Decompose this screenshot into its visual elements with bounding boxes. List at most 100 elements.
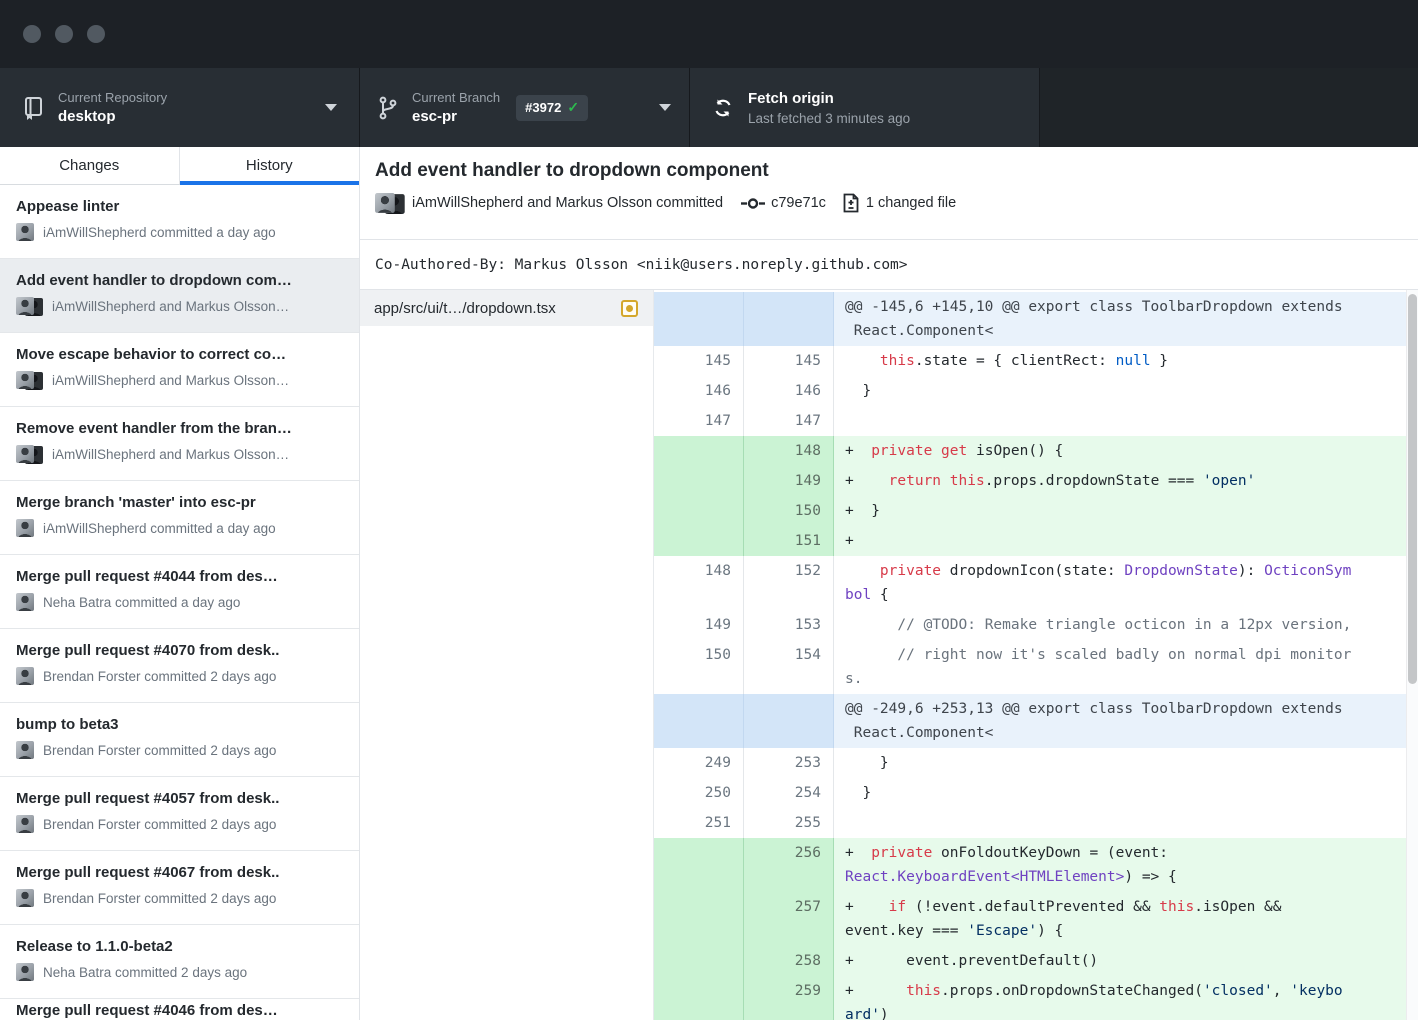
diff-code-line bbox=[834, 808, 1406, 838]
diff-scrollbar bbox=[1406, 290, 1418, 1020]
commit-list-title: Move escape behavior to correct co… bbox=[16, 345, 345, 364]
commit-list-item[interactable]: Add event handler to dropdown com…iAmWil… bbox=[0, 259, 359, 333]
diff-gutter-old-line-number: 146 bbox=[654, 376, 744, 406]
check-icon: ✓ bbox=[567, 99, 579, 116]
repository-label: Current Repository bbox=[58, 90, 167, 105]
avatar bbox=[16, 963, 34, 981]
diff-gutter-old-line-number: 249 bbox=[654, 748, 744, 778]
commit-list-item[interactable]: Move escape behavior to correct co…iAmWi… bbox=[0, 333, 359, 407]
tab-history[interactable]: History bbox=[180, 147, 360, 184]
commit-list-item[interactable]: Merge pull request #4067 from desk..Bren… bbox=[0, 851, 359, 925]
commit-list-byline-text: iAmWillShepherd committed a day ago bbox=[43, 521, 276, 536]
commit-list-byline: Brendan Forster committed 2 days ago bbox=[16, 667, 345, 685]
commit-detail-pane: Add event handler to dropdown component … bbox=[360, 147, 1418, 1020]
commit-list-title: Remove event handler from the bran… bbox=[16, 419, 345, 438]
diff-gutter-old-line-number bbox=[654, 466, 744, 496]
sidebar: Changes History Appease linteriAmWillShe… bbox=[0, 147, 360, 1020]
changed-files-count: 1 changed file bbox=[866, 195, 956, 211]
chevron-down-icon bbox=[659, 104, 671, 111]
repo-icon bbox=[22, 95, 45, 121]
diff-row: 149+ return this.props.dropdownState ===… bbox=[654, 466, 1406, 496]
commit-list-title: Merge pull request #4044 from des… bbox=[16, 567, 345, 586]
commit-list-byline-text: iAmWillShepherd committed a day ago bbox=[43, 225, 276, 240]
diff-gutter-old-line-number bbox=[654, 694, 744, 748]
branch-name: esc-pr bbox=[412, 107, 500, 126]
diff-scrollbar-thumb[interactable] bbox=[1408, 294, 1417, 684]
diff-gutter-new-line-number: 152 bbox=[744, 556, 834, 610]
committer-avatars bbox=[375, 193, 405, 214]
commit-list-item[interactable]: Appease linteriAmWillShepherd committed … bbox=[0, 185, 359, 259]
avatar bbox=[375, 193, 395, 213]
window-close-button[interactable] bbox=[23, 25, 41, 43]
commit-list-byline: Neha Batra committed 2 days ago bbox=[16, 963, 345, 981]
diff-code-line: } bbox=[834, 778, 1406, 808]
commit-list-byline-text: iAmWillShepherd and Markus Olsson… bbox=[52, 299, 289, 314]
current-repository-button[interactable]: Current Repository desktop bbox=[0, 68, 360, 147]
diff-gutter-new-line-number bbox=[744, 694, 834, 748]
commit-list-title: Merge pull request #4070 from desk.. bbox=[16, 641, 345, 660]
avatar bbox=[16, 371, 34, 389]
commit-list-byline: iAmWillShepherd and Markus Olsson… bbox=[16, 297, 345, 316]
commit-list-byline-text: iAmWillShepherd and Markus Olsson… bbox=[52, 447, 289, 462]
pull-request-badge: #3972 ✓ bbox=[516, 95, 588, 121]
commit-list-item[interactable]: bump to beta3Brendan Forster committed 2… bbox=[0, 703, 359, 777]
diff-gutter-old-line-number bbox=[654, 292, 744, 346]
diff-row: 249253 } bbox=[654, 748, 1406, 778]
avatar bbox=[16, 223, 34, 241]
commit-list-byline: iAmWillShepherd committed a day ago bbox=[16, 519, 345, 537]
commit-list-byline-text: Neha Batra committed a day ago bbox=[43, 595, 240, 610]
commit-list-item[interactable]: Merge pull request #4070 from desk.. Bren… bbox=[0, 629, 359, 703]
commit-list-item[interactable]: Merge pull request #4057 from desk..Bren… bbox=[0, 777, 359, 851]
diff-code-line: + return this.props.dropdownState === 'o… bbox=[834, 466, 1406, 496]
toolbar-empty-area bbox=[1040, 68, 1418, 147]
window-minimize-button[interactable] bbox=[55, 25, 73, 43]
sync-icon bbox=[711, 95, 735, 121]
commit-list-byline: iAmWillShepherd and Markus Olsson… bbox=[16, 445, 345, 464]
diff-gutter-new-line-number: 258 bbox=[744, 946, 834, 976]
commit-byline: iAmWillShepherd and Markus Olsson commit… bbox=[412, 195, 723, 211]
commit-list-byline: iAmWillShepherd committed a day ago bbox=[16, 223, 345, 241]
file-list-item[interactable]: app/src/ui/t…/dropdown.tsx bbox=[360, 290, 653, 326]
avatar bbox=[16, 519, 34, 537]
diff-row: @@ -145,6 +145,10 @@ export class Toolba… bbox=[654, 292, 1406, 346]
window-zoom-button[interactable] bbox=[87, 25, 105, 43]
git-commit-icon bbox=[741, 196, 765, 211]
diff-gutter-new-line-number: 150 bbox=[744, 496, 834, 526]
diff-gutter-new-line-number: 154 bbox=[744, 640, 834, 694]
diff-code-line: + private onFoldoutKeyDown = (event: Rea… bbox=[834, 838, 1406, 892]
changed-files-pane: app/src/ui/t…/dropdown.tsx bbox=[360, 290, 653, 1020]
tab-changes[interactable]: Changes bbox=[0, 147, 180, 184]
commit-list-item[interactable]: Merge pull request #4044 from des… Neha B… bbox=[0, 555, 359, 629]
commit-list-item[interactable]: Merge pull request #4046 from des… bbox=[0, 999, 359, 1020]
diff-row: 150154 // right now it's scaled badly on… bbox=[654, 640, 1406, 694]
diff-gutter-old-line-number bbox=[654, 496, 744, 526]
commit-header: Add event handler to dropdown component … bbox=[360, 147, 1418, 240]
diff-code-line: } bbox=[834, 748, 1406, 778]
commit-list-item[interactable]: Remove event handler from the bran… iAmWi… bbox=[0, 407, 359, 481]
diff-gutter-new-line-number: 145 bbox=[744, 346, 834, 376]
diff-row: 250254 } bbox=[654, 778, 1406, 808]
avatar bbox=[16, 297, 34, 315]
avatar bbox=[16, 741, 34, 759]
diff-row: 146146 } bbox=[654, 376, 1406, 406]
branch-label: Current Branch bbox=[412, 90, 500, 105]
diff-row: 148+ private get isOpen() { bbox=[654, 436, 1406, 466]
diff-gutter-old-line-number bbox=[654, 976, 744, 1020]
commit-list-byline: Neha Batra committed a day ago bbox=[16, 593, 345, 611]
diff-gutter-old-line-number: 250 bbox=[654, 778, 744, 808]
diff-gutter-old-line-number: 150 bbox=[654, 640, 744, 694]
commit-list-item[interactable]: Release to 1.1.0-beta2Neha Batra committ… bbox=[0, 925, 359, 999]
diff-row: 148152 private dropdownIcon(state: Dropd… bbox=[654, 556, 1406, 610]
avatar bbox=[16, 593, 34, 611]
diff-code-line: + if (!event.defaultPrevented && this.is… bbox=[834, 892, 1406, 946]
diff-code-line: // right now it's scaled badly on normal… bbox=[834, 640, 1406, 694]
commit-list-item[interactable]: Merge branch 'master' into esc-priAmWill… bbox=[0, 481, 359, 555]
diff-code-line: @@ -145,6 +145,10 @@ export class Toolba… bbox=[834, 292, 1406, 346]
fetch-origin-button[interactable]: Fetch origin Last fetched 3 minutes ago bbox=[690, 68, 1040, 147]
commit-list-title: Merge pull request #4067 from desk.. bbox=[16, 863, 345, 882]
diff-code-line: } bbox=[834, 376, 1406, 406]
diff-gutter-old-line-number bbox=[654, 838, 744, 892]
avatar bbox=[16, 445, 34, 463]
diff-gutter-new-line-number: 147 bbox=[744, 406, 834, 436]
current-branch-button[interactable]: Current Branch esc-pr #3972 ✓ bbox=[360, 68, 690, 147]
